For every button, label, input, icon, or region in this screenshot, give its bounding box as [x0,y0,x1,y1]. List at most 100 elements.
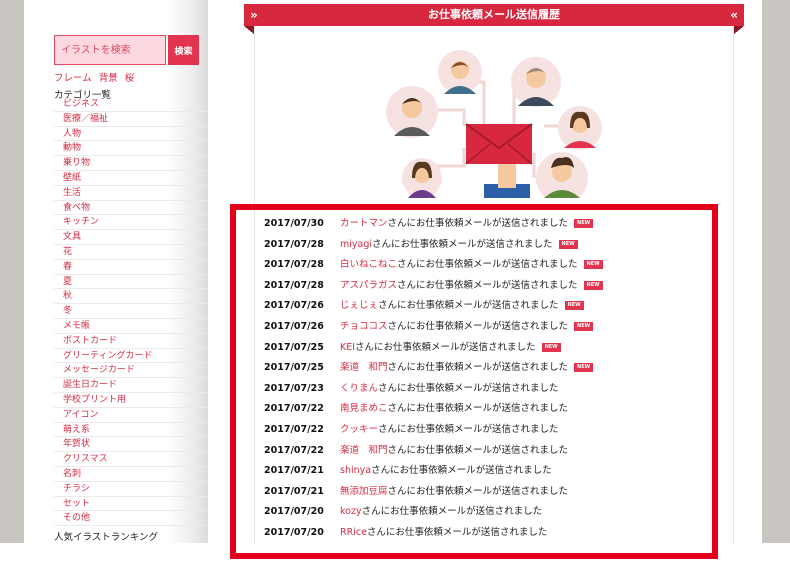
history-message: さんにお仕事依頼メールが送信されました [378,382,559,394]
history-message: さんにお仕事依頼メールが送信されました [387,362,569,374]
category-item[interactable]: 萌え系 [54,423,206,438]
history-user-link[interactable]: クッキー [340,424,378,435]
history-date: 2017/07/26 [264,300,324,312]
history-message: さんにお仕事依頼メールが送信されました [387,218,569,229]
category-item[interactable]: 文具 [54,230,206,245]
category-item[interactable]: 食べ物 [54,201,206,216]
category-item[interactable]: チラシ [54,482,206,497]
search-form: 検索 [54,35,199,65]
sidebar: 検索 フレーム 背景 桜 カテゴリ一覧 ビジネス医療／福祉人物動物乗り物壁紙生活… [24,0,208,543]
history-date: 2017/07/22 [264,444,324,456]
chevron-right-icon: » [250,8,258,22]
history-message: さんにお仕事依頼メールが送信されました [372,238,553,250]
category-item[interactable]: ビジネス [54,97,206,112]
history-user-link[interactable]: 楽道 和門 [340,445,388,456]
category-item[interactable]: 名刺 [54,467,206,482]
category-item[interactable]: 動物 [54,141,206,157]
history-user-link[interactable]: チョココス [340,321,388,332]
history-date: 2017/07/28 [264,279,324,291]
history-row: 2017/07/21 無添加豆腐さんにお仕事依頼メールが送信されました [264,482,704,503]
history-row: 2017/07/21 shinyaさんにお仕事依頼メールが送信されました [264,461,704,482]
new-badge: NEW [558,239,578,249]
history-row: 2017/07/22 楽道 和門さんにお仕事依頼メールが送信されました [264,441,704,462]
category-item[interactable]: 秋 [54,289,206,305]
new-badge: NEW [583,280,603,290]
category-item[interactable]: メモ帳 [54,319,206,334]
page-background-left [0,0,24,543]
history-date: 2017/07/20 [264,526,324,538]
history-row: 2017/07/22 南見まめこさんにお仕事依頼メールが送信されました [264,399,704,420]
history-row: 2017/07/28 アスパラガスさんにお仕事依頼メールが送信されました NEW [264,276,704,297]
history-date: 2017/07/28 [264,259,324,271]
category-item[interactable]: メッセージカード [54,363,206,379]
history-message: さんにお仕事依頼メールが送信されました [387,444,569,456]
frame-links: フレーム 背景 桜 [54,70,138,84]
category-item[interactable]: 乗り物 [54,156,206,171]
history-user-link[interactable]: 楽道 和門 [340,362,388,373]
new-badge: NEW [574,363,594,373]
category-item[interactable]: キッチン [54,215,206,231]
ribbon-tail-right [734,26,744,34]
category-item[interactable]: クリスマス [54,452,206,467]
history-message: さんにお仕事依頼メールが送信されました [371,465,552,477]
category-item[interactable]: セット [54,497,206,512]
history-message: さんにお仕事依頼メールが送信されました [378,300,559,312]
history-date: 2017/07/28 [264,238,324,250]
ribbon-tail-left [244,26,254,34]
category-item[interactable]: ポストカード [54,334,206,349]
category-item[interactable]: 人物 [54,127,206,142]
new-badge: NEW [583,260,603,270]
history-row: 2017/07/20 kozyさんにお仕事依頼メールが送信されました [264,502,704,523]
ranking-title[interactable]: 人気イラストランキング [54,529,158,543]
history-row: 2017/07/30 カートマンさんにお仕事依頼メールが送信されました NEW [264,214,704,235]
history-date: 2017/07/21 [264,485,324,497]
history-user-link[interactable]: アスパラガス [340,280,397,291]
history-user-link[interactable]: KEI [340,342,355,353]
category-item[interactable]: 学校プリント用 [54,393,206,408]
history-user-link[interactable]: 南見まめこ [340,403,388,414]
history-user-link[interactable]: くりまん [340,383,378,394]
category-item[interactable]: その他 [54,511,206,527]
history-user-link[interactable]: カートマン [340,218,388,229]
history-row: 2017/07/20 RRiceさんにお仕事依頼メールが送信されました [264,523,704,544]
category-item[interactable]: 夏 [54,275,206,290]
category-item[interactable]: 年賀状 [54,437,206,453]
history-user-link[interactable]: じぇじぇ [340,300,378,311]
category-item[interactable]: 生活 [54,186,206,201]
history-date: 2017/07/20 [264,506,324,518]
history-user-link[interactable]: RRice [340,527,367,538]
history-message: さんにお仕事依頼メールが送信されました [378,423,559,435]
history-date: 2017/07/25 [264,362,324,374]
history-row: 2017/07/25 KEIさんにお仕事依頼メールが送信されました NEW [264,338,704,359]
history-message: さんにお仕事依頼メールが送信されました [366,526,548,538]
category-item[interactable]: 医療／福祉 [54,112,206,127]
category-item[interactable]: 壁紙 [54,171,206,186]
chevron-left-icon: « [730,8,738,22]
history-user-link[interactable]: 無添加豆腐 [340,486,388,497]
history-message: さんにお仕事依頼メールが送信されました [387,485,569,497]
background-link[interactable]: 背景 [99,73,118,84]
new-badge: NEW [574,219,594,228]
new-badge: NEW [564,301,584,311]
category-item[interactable]: グリーティングカード [54,349,206,364]
section-header: » お仕事依頼メール送信履歴 « [244,4,744,26]
history-user-link[interactable]: shinya [340,465,371,476]
history-user-link[interactable]: kozy [340,506,362,517]
history-row: 2017/07/28 白いねこねこさんにお仕事依頼メールが送信されました NEW [264,255,704,276]
sakura-link[interactable]: 桜 [125,73,135,84]
category-item[interactable]: 冬 [54,304,206,319]
history-user-link[interactable]: 白いねこねこ [340,259,397,270]
history-date: 2017/07/21 [264,465,324,477]
history-row: 2017/07/23 くりまんさんにお仕事依頼メールが送信されました [264,379,704,400]
search-button[interactable]: 検索 [168,35,199,65]
history-message: さんにお仕事依頼メールが送信されました [397,259,578,271]
category-item[interactable]: 花 [54,245,206,260]
history-date: 2017/07/23 [264,382,324,394]
category-item[interactable]: 春 [54,260,206,275]
new-badge: NEW [541,342,561,352]
category-item[interactable]: 誕生日カード [54,378,206,393]
search-input[interactable] [54,35,166,65]
category-item[interactable]: アイコン [54,408,206,423]
history-user-link[interactable]: miyagi [340,239,372,250]
frame-link[interactable]: フレーム [54,73,92,84]
